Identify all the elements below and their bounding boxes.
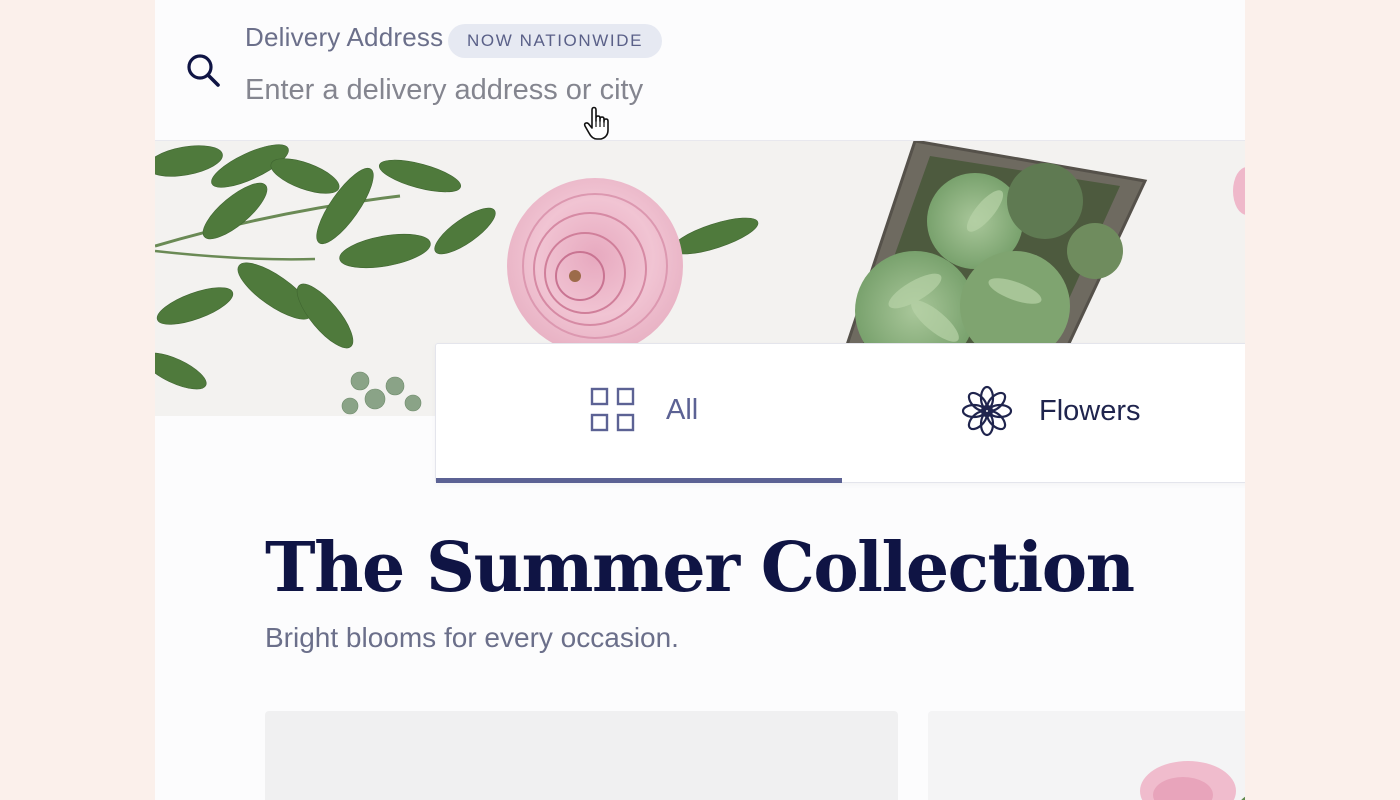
grid-icon xyxy=(590,387,635,432)
category-tabs: All Flowers xyxy=(435,343,1245,483)
product-image xyxy=(1140,761,1245,800)
tab-flowers-label: Flowers xyxy=(1039,394,1141,427)
active-tab-indicator xyxy=(436,478,842,483)
hand-pointer-cursor-icon xyxy=(583,106,609,140)
search-icon[interactable] xyxy=(183,50,223,90)
tab-all[interactable]: All xyxy=(436,344,842,483)
delivery-address-label: Delivery Address xyxy=(245,22,444,52)
pink-ranunculus-illustration xyxy=(507,178,683,354)
collection-subtitle: Bright blooms for every occasion. xyxy=(265,622,679,653)
collection-title: The Summer Collection xyxy=(265,528,1135,608)
app-frame: Delivery Address NOW NATIONWIDE Enter a … xyxy=(155,0,1245,800)
nationwide-badge: NOW NATIONWIDE xyxy=(448,24,663,58)
tab-flowers[interactable]: Flowers xyxy=(841,344,1245,482)
flower-icon xyxy=(961,385,1013,437)
delivery-address-bar: Delivery Address NOW NATIONWIDE xyxy=(155,0,1245,141)
product-card[interactable] xyxy=(928,711,1245,800)
product-card[interactable] xyxy=(265,711,898,800)
tab-all-label: All xyxy=(666,393,699,426)
